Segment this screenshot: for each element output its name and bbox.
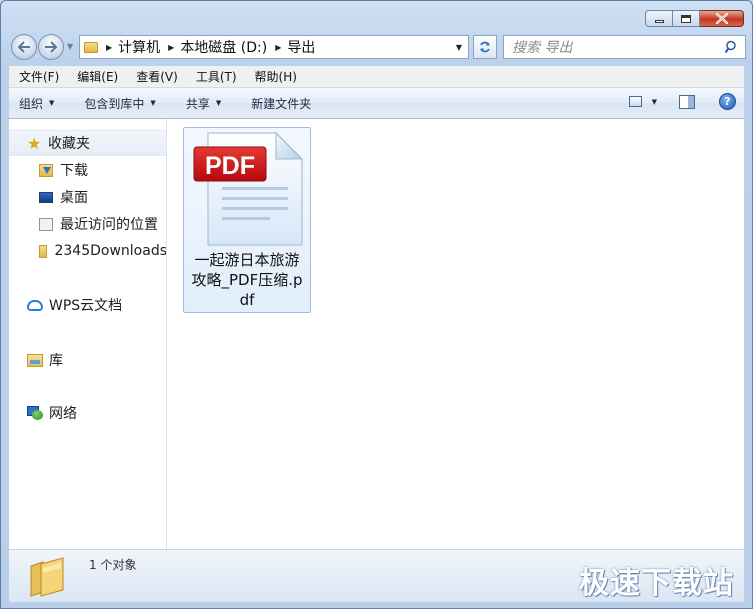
- new-folder-label: 新建文件夹: [251, 96, 312, 111]
- cloud-icon: [27, 299, 43, 311]
- back-button[interactable]: [11, 34, 37, 60]
- menu-tools[interactable]: 工具(T): [186, 68, 245, 85]
- menu-file[interactable]: 文件(F): [9, 68, 67, 85]
- share-button[interactable]: 共享 ▼: [176, 88, 229, 118]
- minimize-button[interactable]: [645, 10, 673, 27]
- refresh-icon: [480, 41, 490, 53]
- arrow-left-icon: [17, 41, 30, 53]
- menu-edit[interactable]: 编辑(E): [67, 68, 126, 85]
- folder-icon: [84, 41, 98, 53]
- nav-wps-cloud[interactable]: WPS云文档: [9, 292, 166, 318]
- menu-view[interactable]: 查看(V): [126, 68, 186, 85]
- main-content: ★ 收藏夹 下载 桌面 最近访问的位置 2345Downloads WPS云文档…: [9, 119, 744, 549]
- chevron-down-icon: ▼: [49, 99, 55, 107]
- command-bar: 组织 ▼ 包含到库中 ▼ 共享 ▼ 新建文件夹 ▼ ?: [9, 88, 744, 119]
- forward-button[interactable]: [38, 34, 64, 60]
- organize-button[interactable]: 组织 ▼: [9, 88, 62, 118]
- nav-libraries[interactable]: 库: [9, 347, 166, 373]
- nav-item-desktop[interactable]: 桌面: [9, 184, 166, 210]
- nav-network[interactable]: 网络: [9, 400, 166, 426]
- organize-label: 组织: [19, 96, 44, 111]
- view-options-chevron-icon[interactable]: ▼: [652, 98, 657, 106]
- explorer-window: ▼ ▶ 计算机 ▶ 本地磁盘 (D:) ▶ 导出 ▼ 搜索 导出 文件(F) 编…: [0, 0, 753, 609]
- close-icon: [715, 13, 728, 24]
- folder-icon: [39, 244, 48, 258]
- nav-item-2345downloads[interactable]: 2345Downloads: [9, 238, 167, 264]
- question-icon[interactable]: ?: [719, 93, 736, 110]
- breadcrumb-separator-icon[interactable]: ▶: [106, 43, 112, 52]
- address-bar[interactable]: ▶ 计算机 ▶ 本地磁盘 (D:) ▶ 导出 ▼: [79, 35, 469, 59]
- arrow-right-icon: [45, 41, 58, 53]
- nav-item-label: 最近访问的位置: [60, 217, 158, 233]
- address-row: ▼ ▶ 计算机 ▶ 本地磁盘 (D:) ▶ 导出 ▼ 搜索 导出: [9, 34, 746, 60]
- include-in-library-button[interactable]: 包含到库中 ▼: [74, 88, 163, 118]
- maximize-icon: [681, 14, 691, 23]
- maximize-button[interactable]: [673, 10, 700, 27]
- search-input[interactable]: 搜索 导出: [512, 37, 572, 57]
- item-count: 1 个对象: [89, 558, 137, 572]
- include-in-library-label: 包含到库中: [84, 96, 145, 111]
- nav-favorites[interactable]: ★ 收藏夹: [9, 130, 166, 156]
- breadcrumb-folder[interactable]: 导出: [287, 37, 315, 57]
- desktop-icon: [39, 191, 53, 203]
- new-folder-button[interactable]: 新建文件夹: [241, 88, 319, 118]
- share-label: 共享: [185, 96, 210, 111]
- file-name: 一起游日本旅游攻略_PDF压缩.pdf: [191, 251, 303, 309]
- watermark-text: 极速下载站: [579, 566, 734, 601]
- nav-network-label: 网络: [49, 406, 77, 422]
- library-icon: [27, 353, 43, 367]
- refresh-button[interactable]: [473, 35, 497, 59]
- change-view-icon[interactable]: [628, 96, 642, 107]
- nav-item-label: 下载: [60, 163, 88, 179]
- menu-help[interactable]: 帮助(H): [245, 68, 305, 85]
- breadcrumb-separator-icon[interactable]: ▶: [168, 43, 174, 52]
- caption-buttons: [645, 10, 744, 27]
- network-icon: [27, 406, 43, 420]
- breadcrumb-separator-icon[interactable]: ▶: [275, 43, 281, 52]
- nav-item-recent-places[interactable]: 最近访问的位置: [9, 211, 166, 237]
- preview-pane-icon[interactable]: [679, 94, 695, 109]
- navigation-pane[interactable]: ★ 收藏夹 下载 桌面 最近访问的位置 2345Downloads WPS云文档…: [9, 119, 167, 549]
- search-box[interactable]: 搜索 导出: [503, 35, 746, 59]
- recent-pages-dropdown[interactable]: ▼: [67, 42, 73, 51]
- file-item[interactable]: PDF 一起游日本旅游攻略_PDF压缩.pdf: [183, 127, 311, 313]
- pdf-badge-text: PDF: [205, 152, 255, 180]
- breadcrumb-computer[interactable]: 计算机: [118, 37, 160, 57]
- address-dropdown-icon[interactable]: ▼: [450, 36, 468, 58]
- toolbar-right: ▼ ?: [628, 93, 736, 110]
- nav-item-label: 桌面: [60, 190, 88, 206]
- nav-wps-cloud-label: WPS云文档: [49, 298, 123, 314]
- chevron-down-icon: ▼: [215, 99, 222, 107]
- pdf-file-icon: PDF: [193, 131, 304, 246]
- nav-favorites-label: 收藏夹: [48, 136, 90, 152]
- chevron-down-icon: ▼: [150, 99, 156, 107]
- folder-icon: [30, 557, 64, 597]
- nav-libraries-label: 库: [49, 353, 63, 369]
- minimize-icon: [654, 20, 664, 23]
- close-button[interactable]: [700, 10, 744, 27]
- nav-item-label: 2345Downloads: [54, 243, 167, 259]
- breadcrumb-drive[interactable]: 本地磁盘 (D:): [180, 37, 267, 57]
- downloads-folder-icon: [39, 163, 53, 177]
- nav-item-downloads[interactable]: 下载: [9, 157, 166, 183]
- magnifier-icon[interactable]: [725, 40, 739, 54]
- details-pane: 1 个对象 极速下载站: [9, 549, 744, 602]
- menu-bar: 文件(F) 编辑(E) 查看(V) 工具(T) 帮助(H): [9, 66, 744, 88]
- star-icon: ★: [27, 133, 42, 153]
- recent-places-icon: [39, 217, 53, 231]
